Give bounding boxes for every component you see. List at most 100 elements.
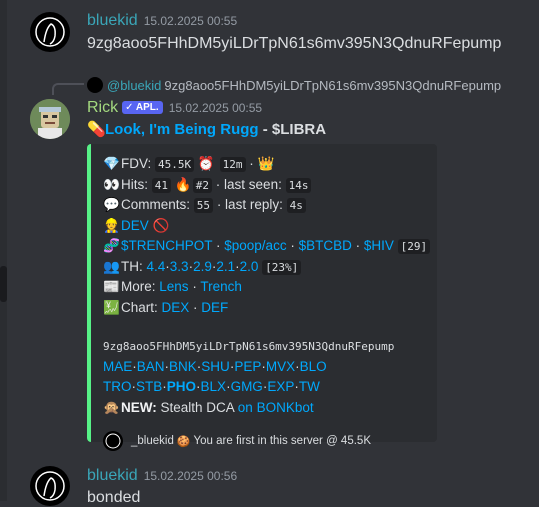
th-value[interactable]: 2.9 — [193, 259, 212, 274]
embed-footer: _bluekid 🍪 You are first in this server … — [103, 430, 429, 452]
speech-bubble-icon: 💬 — [103, 197, 120, 212]
clock-icon: ⏰ — [197, 156, 215, 171]
hits-value: 41 — [151, 177, 172, 193]
dex-link[interactable]: DEX — [162, 300, 190, 315]
bot-links-row-1: MAE·BAN·BNK·SHU·PEP·MVX·BLO — [103, 358, 327, 374]
bot-link[interactable]: PEP — [234, 359, 261, 374]
bot-link[interactable]: BLO — [300, 359, 327, 374]
message-header: Rick ✓ APL. 15.02.2025 00:55 — [87, 99, 262, 117]
token-link-hiv[interactable]: $HIV — [364, 238, 394, 253]
th-value[interactable]: 2.0 — [240, 259, 259, 274]
reply-spine — [52, 83, 84, 95]
news-line: 🙊NEW: Stealth DCA on BONKbot — [103, 398, 429, 419]
dev-link[interactable]: DEV — [121, 218, 149, 233]
age-value: 12m — [219, 157, 246, 172]
bot-link[interactable]: EXP — [267, 379, 294, 394]
footer-avatar — [103, 431, 123, 451]
eyes-icon: 👀 — [103, 176, 120, 192]
last-reply-value: 4s — [286, 198, 306, 213]
bot-links-row-2: TRO·STB·PHO·BLX·GMG·EXP·TW — [103, 379, 320, 394]
more-line: 📰More: Lens · Trench — [103, 277, 429, 298]
avatar-rick[interactable] — [30, 99, 70, 139]
hits-label: Hits: — [121, 176, 148, 192]
bot-link[interactable]: TRO — [103, 379, 132, 394]
reply-author[interactable]: @bluekid — [107, 78, 161, 93]
hits-line: 👀Hits: 41 🔥 #2 · last seen: 14s — [103, 175, 429, 196]
reply-text: 9zg8aoo5FHhDM5yiLDrTpN61s6mv395N3QdnuRFe… — [164, 78, 502, 93]
prohibited-icon: 🚫 — [152, 217, 170, 233]
footer-author: _bluekid — [131, 435, 174, 447]
timestamp: 15.02.2025 00:55 — [143, 14, 238, 28]
author-name[interactable]: Rick — [87, 99, 118, 116]
token-link-poop[interactable]: $poop/acc — [224, 238, 286, 253]
th-percent: [23%] — [262, 259, 302, 275]
bot-link[interactable]: MVX — [266, 359, 295, 374]
token-link-trenchpot[interactable]: $TRENCHPOT — [121, 238, 212, 253]
bot-link[interactable]: BAN — [137, 359, 165, 374]
author-name[interactable]: bluekid — [87, 467, 138, 484]
embed-card: 💎FDV: 45.5K ⏰ 12m · 👑 👀Hits: 41 🔥 #2 · la… — [87, 144, 437, 451]
last-seen-label: · last seen: — [215, 176, 282, 192]
bot-link[interactable]: PHO — [167, 379, 196, 394]
fire-icon: 🔥 — [174, 176, 192, 192]
bot-link[interactable]: BNK — [169, 359, 197, 374]
newspaper-icon: 📰 — [103, 279, 120, 294]
scrollbar-track[interactable] — [0, 0, 7, 501]
avatar-bluekid[interactable] — [30, 12, 70, 52]
th-value[interactable]: 4.4 — [147, 259, 166, 274]
bot-link[interactable]: BLX — [201, 379, 227, 394]
reply-avatar — [87, 77, 103, 93]
bot-link[interactable]: TW — [299, 379, 320, 394]
app-badge-label: APL. — [135, 102, 159, 113]
def-link[interactable]: DEF — [201, 300, 228, 315]
token-count: [29] — [397, 239, 431, 254]
fdv-value: 45.5K — [155, 157, 195, 172]
more-label: More: — [121, 279, 156, 294]
developer-icon: 👷 — [103, 217, 120, 233]
trench-link[interactable]: Trench — [200, 279, 242, 294]
title-link[interactable]: Look, I'm Being Rugg — [105, 121, 259, 138]
pill-icon: 💊 — [87, 121, 106, 138]
title-separator: - — [258, 121, 272, 138]
token-link-btcbd[interactable]: $BTCBD — [299, 238, 352, 253]
news-text: Stealth DCA — [156, 399, 238, 415]
app-badge: ✓ APL. — [122, 101, 163, 114]
reply-reference[interactable]: @bluekid 9zg8aoo5FHhDM5yiLDrTpN61s6mv395N… — [87, 77, 501, 93]
tokens-line: 🧬$TRENCHPOT · $poop/acc · $BTCBD · $HIV … — [103, 236, 431, 257]
timestamp: 15.02.2025 00:55 — [168, 101, 263, 115]
bot-link[interactable]: STB — [136, 379, 162, 394]
message-text: bonded — [87, 489, 141, 506]
users-icon: 👥 — [103, 258, 120, 274]
bot-link[interactable]: SHU — [201, 359, 230, 374]
news-label: NEW: — [121, 399, 157, 415]
face-icon: 🙊 — [103, 399, 120, 415]
contract-address[interactable]: 9zg8aoo5FHhDM5yiLDrTpN61s6mv395N3QdnuRFe… — [103, 340, 394, 353]
dna-icon: 🧬 — [103, 238, 120, 253]
crown-icon: 👑 — [257, 156, 275, 171]
bot-link[interactable]: MAE — [103, 359, 132, 374]
chart-label: Chart: — [121, 299, 158, 315]
bot-link[interactable]: GMG — [231, 379, 263, 394]
bonkbot-link[interactable]: on BONKbot — [238, 400, 314, 415]
th-label: TH: — [121, 258, 143, 274]
scrollbar-thumb[interactable] — [0, 266, 7, 302]
contract-address-line: 9zg8aoo5FHhDM5yiLDrTpN61s6mv395N3QdnuRFe… — [103, 336, 429, 357]
dev-line: 👷DEV 🚫 — [103, 216, 429, 237]
message-header: bluekid 15.02.2025 00:55 — [87, 12, 237, 30]
lens-link[interactable]: Lens — [159, 279, 188, 294]
chart-line: 💹Chart: DEX · DEF — [103, 298, 429, 319]
author-name[interactable]: bluekid — [87, 12, 138, 29]
message-title: 💊Look, I'm Being Rugg - $LIBRA — [87, 120, 326, 138]
last-seen-value: 14s — [285, 177, 312, 193]
fdv-line: 💎FDV: 45.5K ⏰ 12m · 👑 — [103, 154, 429, 175]
th-value[interactable]: 3.3 — [170, 259, 189, 274]
avatar-bluekid[interactable] — [30, 466, 70, 506]
footer-text: You are first in this server @ 45.5K — [193, 435, 371, 447]
timestamp: 15.02.2025 00:56 — [143, 469, 238, 483]
cookie-icon: 🍪 — [176, 435, 191, 448]
message-text: 9zg8aoo5FHhDM5yiLDrTpN61s6mv395N3QdnuRFe… — [87, 35, 502, 52]
th-line: 👥TH: 4.4·3.3·2.9·2.1·2.0 [23%] — [103, 257, 429, 278]
th-value[interactable]: 2.1 — [216, 259, 235, 274]
comments-label: Comments: — [121, 197, 191, 212]
comments-line: 💬Comments: 55 · last reply: 4s — [103, 195, 429, 216]
